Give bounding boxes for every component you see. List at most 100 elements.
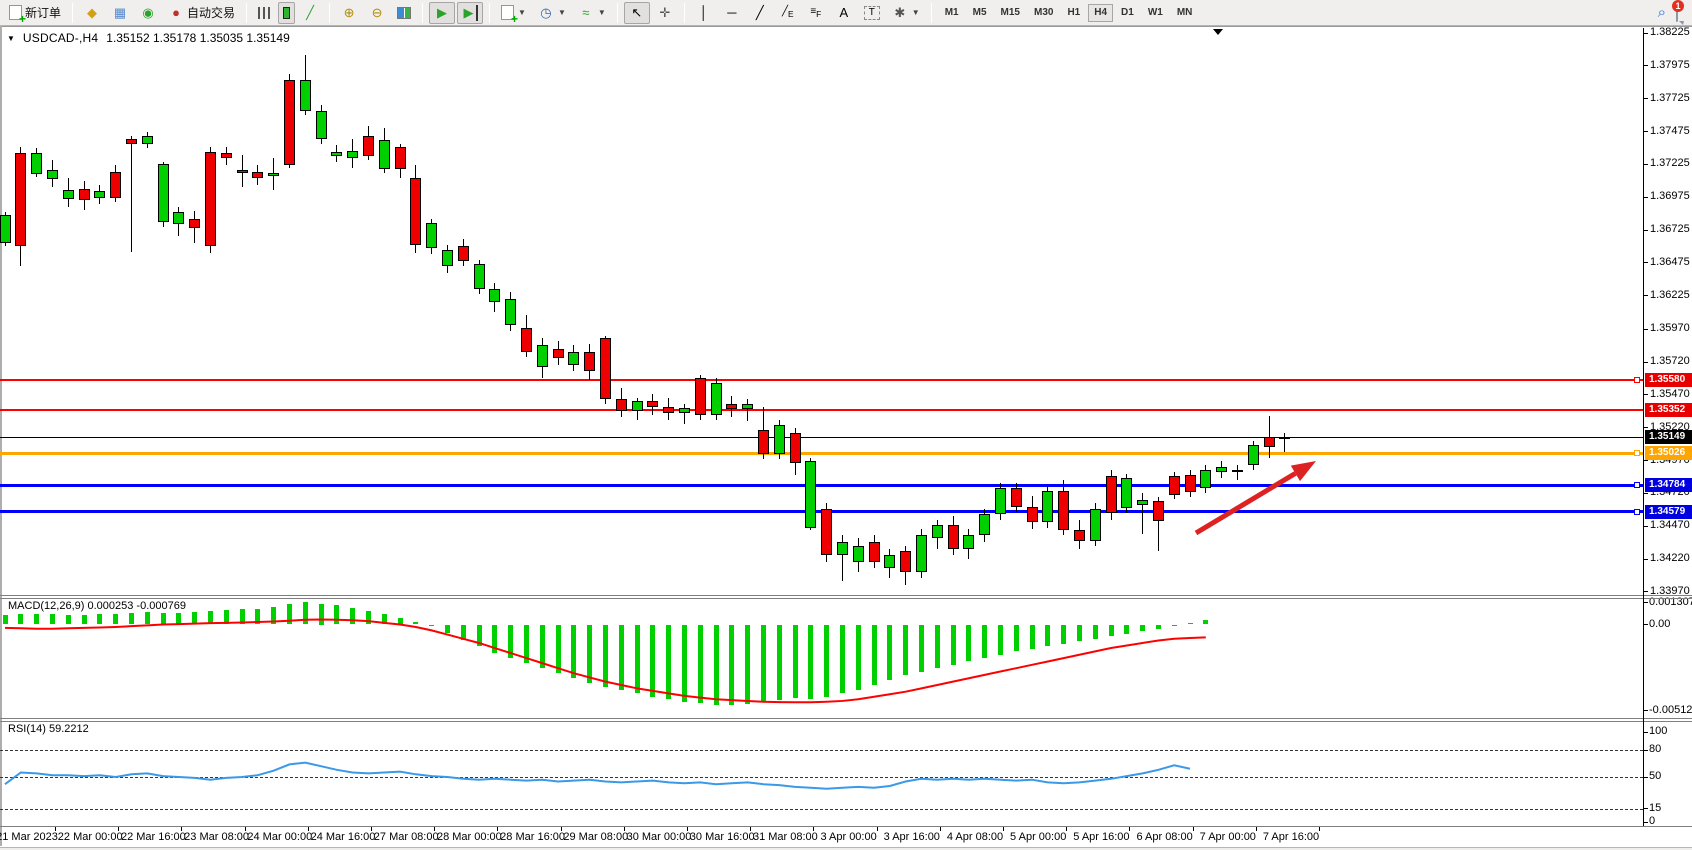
- macd-histogram-bar: [271, 607, 276, 625]
- horizontal-line-tool-button[interactable]: ─: [719, 2, 745, 24]
- application-window: 新订单 ◆ ▦ ◉ ● 自动交易 ╱ ⊕ ⊖ ▶ ▶ ▼ ◷▼ ≈▼ ↖ ✛ │…: [0, 0, 1692, 850]
- macd-histogram-bar: [413, 622, 418, 625]
- price-label-box: 1.35352: [1645, 403, 1692, 417]
- clock-icon: ◷: [538, 5, 554, 21]
- candle-body: [110, 172, 121, 198]
- search-icon[interactable]: ⌕: [1658, 4, 1666, 21]
- macd-histogram-bar: [982, 625, 987, 659]
- price-axis-tick-label: 1.35970: [1650, 322, 1690, 334]
- candle-body: [237, 170, 248, 173]
- arrows-icon: ✱: [892, 5, 908, 21]
- macd-histogram-bar: [729, 625, 734, 706]
- timeframe-button-mn[interactable]: MN: [1171, 4, 1199, 22]
- collapse-arrow-icon[interactable]: ▼: [7, 34, 15, 43]
- macd-histogram-bar: [477, 625, 482, 647]
- new-order-icon: [9, 5, 22, 20]
- candle-body: [363, 136, 374, 156]
- macd-histogram-bar: [840, 625, 845, 694]
- horizontal-line-1.35352[interactable]: [0, 409, 1643, 411]
- date-axis-label: 5 Apr 16:00: [1073, 831, 1129, 843]
- auto-scroll-button[interactable]: ▶: [429, 2, 455, 24]
- candle-body: [158, 164, 169, 222]
- template-icon: ≈: [578, 5, 594, 21]
- channel-tool-button[interactable]: ╱E: [775, 2, 801, 24]
- candle-body: [221, 153, 232, 158]
- candle-body: [1169, 476, 1180, 494]
- chart-shift-marker[interactable]: [1213, 29, 1223, 35]
- trendline-tool-button[interactable]: ╱: [747, 2, 773, 24]
- candle-body: [963, 535, 974, 548]
- timeframe-button-m30[interactable]: M30: [1028, 4, 1059, 22]
- candle-body: [1058, 491, 1069, 530]
- date-axis-label: 31 Mar 08:00: [753, 831, 818, 843]
- macd-histogram-bar: [556, 625, 561, 674]
- chart-shift-button[interactable]: ▶: [457, 2, 483, 24]
- chart-symbol-period: USDCAD-,H4: [23, 31, 98, 45]
- timeframe-button-w1[interactable]: W1: [1142, 4, 1169, 22]
- label-tool-button[interactable]: T: [859, 2, 885, 24]
- indicators-button[interactable]: ▼: [496, 2, 531, 24]
- zoom-in-button[interactable]: ⊕: [336, 2, 362, 24]
- line-handle[interactable]: [1634, 450, 1640, 456]
- zoom-out-button[interactable]: ⊖: [364, 2, 390, 24]
- notifications-button[interactable]: 1: [1676, 4, 1678, 22]
- macd-histogram-bar: [398, 618, 403, 625]
- periods-button[interactable]: ◷▼: [533, 2, 571, 24]
- horizontal-line-1.35580[interactable]: [0, 379, 1643, 381]
- macd-histogram-bar: [808, 625, 813, 700]
- pane-separator[interactable]: [0, 718, 1692, 719]
- date-axis-label: 30 Mar 16:00: [690, 831, 755, 843]
- alerts-button[interactable]: ◆: [79, 2, 105, 24]
- fibonacci-tool-button[interactable]: ≡F: [803, 2, 829, 24]
- timeframe-button-h4[interactable]: H4: [1088, 4, 1113, 22]
- bar-chart-button[interactable]: [253, 2, 276, 24]
- timeframe-button-h1[interactable]: H1: [1061, 4, 1086, 22]
- date-axis-label: 7 Apr 00:00: [1200, 831, 1256, 843]
- macd-histogram-bar: [1061, 625, 1066, 644]
- date-axis-label: 24 Mar 00:00: [247, 831, 312, 843]
- candle-body: [679, 408, 690, 413]
- timeframe-button-d1[interactable]: D1: [1115, 4, 1140, 22]
- timeframe-group: M1M5M15M30H1H4D1W1MN: [938, 4, 1200, 22]
- cursor-tool-button[interactable]: ↖: [624, 2, 650, 24]
- macd-axis-label: 0.00: [1649, 618, 1670, 630]
- date-axis-label: 5 Apr 00:00: [1010, 831, 1066, 843]
- timeframe-button-m5[interactable]: M5: [967, 4, 993, 22]
- pane-separator[interactable]: [0, 595, 1692, 596]
- chevron-down-icon: ▼: [518, 8, 526, 17]
- candle-body: [1200, 470, 1211, 488]
- text-tool-button[interactable]: A: [831, 2, 857, 24]
- horizontal-line-1.35149[interactable]: [0, 437, 1643, 438]
- candle-body: [205, 152, 216, 247]
- line-handle[interactable]: [1634, 377, 1640, 383]
- price-axis-tick-label: 1.34220: [1650, 552, 1690, 564]
- vertical-line-tool-button[interactable]: │: [691, 2, 717, 24]
- auto-trading-button[interactable]: ● 自动交易: [163, 2, 240, 24]
- macd-histogram-bar: [1077, 625, 1082, 642]
- line-chart-button[interactable]: ╱: [297, 2, 323, 24]
- horizontal-line-1.35026[interactable]: [0, 452, 1643, 455]
- macd-histogram-bar: [793, 625, 798, 699]
- candle-body: [1027, 507, 1038, 523]
- arrows-tool-button[interactable]: ✱▼: [887, 2, 925, 24]
- signals-button[interactable]: ◉: [135, 2, 161, 24]
- macd-histogram-bar: [524, 625, 529, 664]
- templates-button[interactable]: ≈▼: [573, 2, 611, 24]
- timeframe-button-m15[interactable]: M15: [995, 4, 1026, 22]
- line-handle[interactable]: [1634, 482, 1640, 488]
- candle-body: [948, 525, 959, 549]
- macd-histogram-bar: [129, 613, 134, 625]
- date-axis-label: 21 Mar 2023: [0, 831, 58, 843]
- tile-windows-button[interactable]: [392, 2, 416, 24]
- horizontal-line-1.34784[interactable]: [0, 484, 1643, 487]
- macd-histogram-bar: [872, 625, 877, 685]
- market-depth-button[interactable]: ▦: [107, 2, 133, 24]
- crosshair-tool-button[interactable]: ✛: [652, 2, 678, 24]
- new-order-button[interactable]: 新订单: [4, 2, 66, 24]
- line-handle[interactable]: [1634, 509, 1640, 515]
- candlestick-chart-button[interactable]: [278, 2, 295, 24]
- timeframe-button-m1[interactable]: M1: [939, 4, 965, 22]
- date-axis-label: 28 Mar 16:00: [500, 831, 565, 843]
- macd-histogram-bar: [145, 612, 150, 624]
- macd-histogram-bar: [82, 615, 87, 624]
